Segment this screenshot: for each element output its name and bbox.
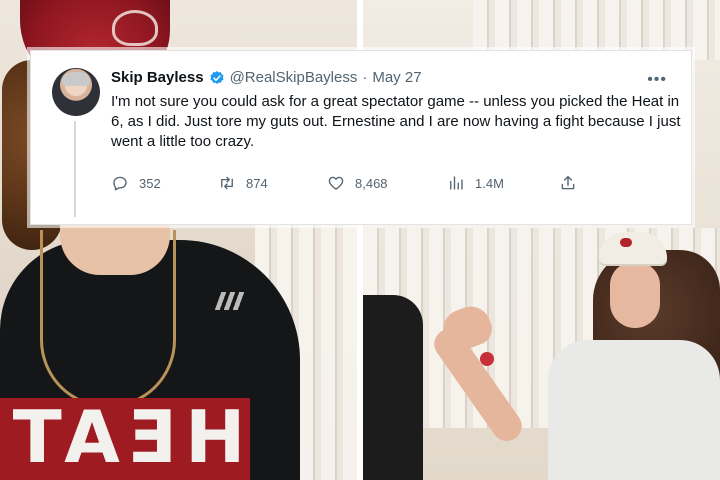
retweet-icon	[221, 176, 233, 190]
woman-face	[610, 262, 660, 328]
tweet-card[interactable]: Skip Bayless @RealSkipBayless · May 27 •…	[30, 50, 692, 225]
views-button[interactable]: 1.4M	[447, 174, 504, 192]
like-count: 8,468	[355, 175, 388, 191]
avatar-hair	[62, 72, 90, 86]
like-button[interactable]: 8,468	[327, 174, 388, 192]
retweet-count: 874	[246, 175, 268, 191]
white-shirt	[548, 340, 720, 480]
verified-badge-icon	[209, 70, 225, 86]
white-cap	[599, 232, 667, 264]
tweet-text: I'm not sure you could ask for a great s…	[111, 93, 681, 150]
separator-dot: ·	[362, 69, 368, 86]
thread-line	[74, 121, 76, 217]
view-count: 1.4M	[475, 175, 504, 191]
retweet-button[interactable]: 874	[218, 174, 268, 192]
red-bracelet	[480, 352, 494, 366]
tweet-actions: 352 874 8,468 1.4M	[111, 174, 611, 194]
avatar[interactable]	[52, 68, 100, 116]
tweet-date[interactable]: May 27	[372, 69, 421, 86]
reply-button[interactable]: 352	[111, 174, 161, 192]
user-handle[interactable]: @RealSkipBayless	[230, 69, 358, 86]
reply-icon	[113, 176, 127, 191]
dark-arm	[363, 295, 423, 480]
share-button[interactable]	[559, 174, 577, 192]
reply-count: 352	[139, 175, 161, 191]
share-icon	[561, 175, 575, 190]
cap-logo	[620, 238, 632, 247]
gold-chain	[40, 230, 176, 408]
more-icon[interactable]: •••	[647, 71, 667, 89]
shirt-heat-text: HEAT	[4, 395, 246, 479]
display-name[interactable]: Skip Bayless	[111, 69, 204, 86]
views-icon	[450, 176, 463, 190]
cap-logo	[112, 10, 158, 46]
tweet-header: Skip Bayless @RealSkipBayless · May 27	[111, 69, 422, 86]
heart-icon	[328, 176, 344, 190]
